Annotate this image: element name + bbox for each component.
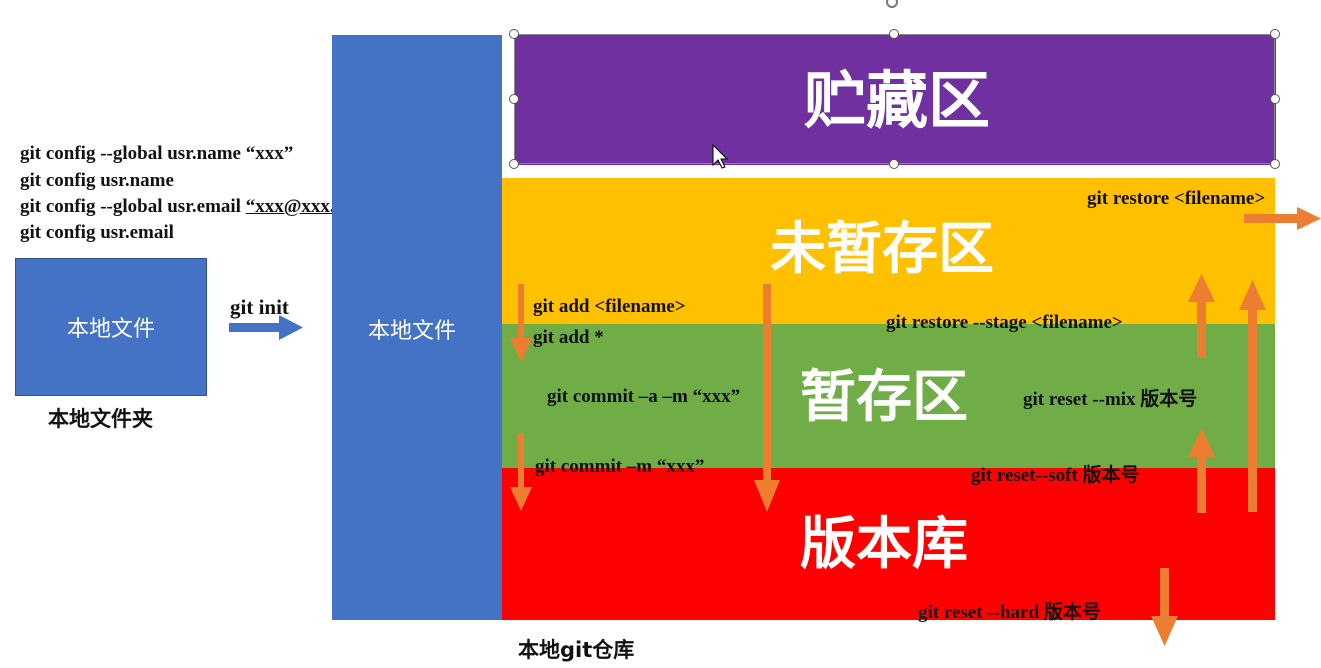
arrows-layer bbox=[229, 143, 1321, 646]
arrow-reset-hard-down-icon bbox=[1151, 568, 1178, 646]
arrow-restore-right-icon bbox=[1244, 207, 1321, 230]
arrow-reset-mix-up-icon bbox=[1239, 280, 1266, 512]
arrow-reset-soft-up-icon bbox=[1188, 428, 1215, 513]
arrow-commit-down-icon bbox=[510, 433, 532, 511]
arrow-commit-a-down-icon bbox=[754, 284, 780, 512]
arrow-restore-stage-up-icon bbox=[1188, 274, 1215, 358]
arrow-add-down-icon bbox=[510, 284, 532, 362]
mouse-cursor-icon bbox=[712, 143, 729, 169]
git-init-arrow-icon bbox=[229, 315, 303, 340]
